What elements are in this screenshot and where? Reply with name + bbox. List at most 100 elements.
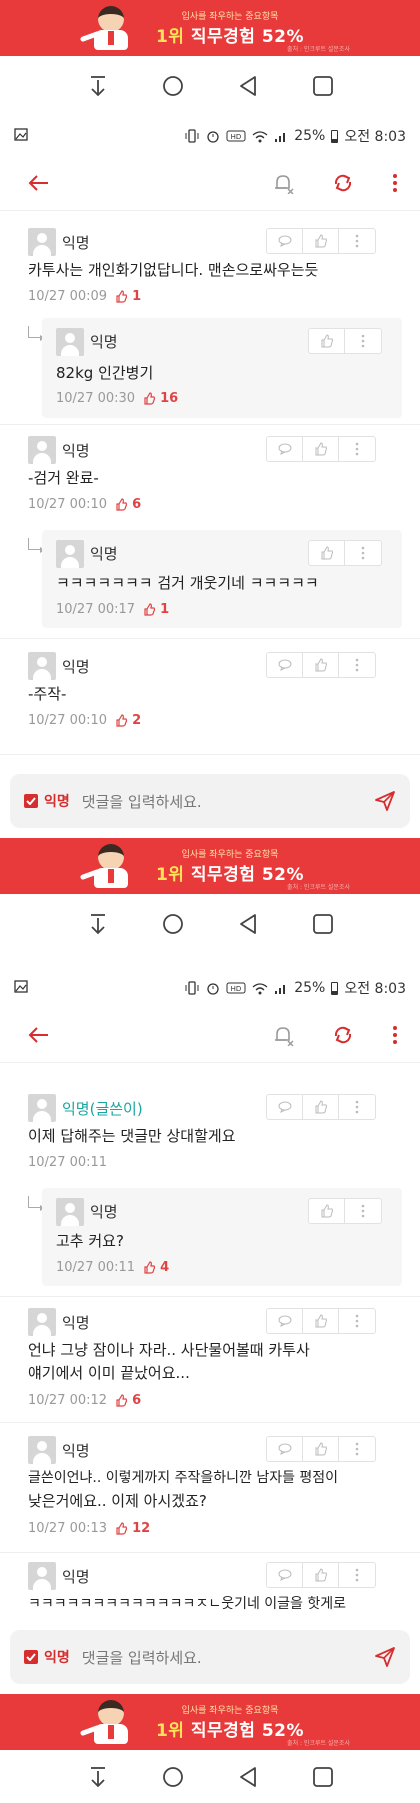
like-icon bbox=[144, 603, 156, 616]
avatar bbox=[28, 1308, 56, 1336]
divider bbox=[0, 1422, 420, 1423]
like-icon[interactable] bbox=[303, 653, 339, 677]
reply-icon[interactable] bbox=[267, 1309, 303, 1333]
reply-icon[interactable] bbox=[267, 229, 303, 253]
avatar bbox=[56, 1198, 84, 1226]
comment-author: 익명 bbox=[90, 333, 118, 351]
more-icon[interactable] bbox=[339, 1309, 375, 1333]
avatar bbox=[28, 1562, 56, 1590]
more-icon[interactable] bbox=[339, 1095, 375, 1119]
comment-author: 익명 bbox=[90, 545, 118, 563]
send-icon[interactable] bbox=[374, 790, 396, 812]
back-nav-icon[interactable] bbox=[228, 904, 268, 944]
avatar bbox=[28, 652, 56, 680]
back-arrow-icon[interactable] bbox=[28, 1026, 50, 1044]
like-count-value: 2 bbox=[132, 713, 142, 728]
back-nav-icon[interactable] bbox=[228, 66, 268, 106]
reply-icon[interactable] bbox=[267, 437, 303, 461]
more-icon[interactable] bbox=[345, 329, 381, 353]
notification-off-icon[interactable] bbox=[272, 1024, 294, 1046]
like-icon[interactable] bbox=[303, 229, 339, 253]
recents-nav-icon[interactable] bbox=[303, 66, 343, 106]
more-icon[interactable] bbox=[339, 1437, 375, 1461]
more-vert-icon[interactable] bbox=[392, 172, 398, 194]
reply-icon[interactable] bbox=[267, 1095, 303, 1119]
more-icon[interactable] bbox=[339, 653, 375, 677]
like-icon bbox=[116, 498, 128, 511]
more-icon[interactable] bbox=[339, 1563, 375, 1587]
avatar bbox=[28, 228, 56, 256]
anonymous-checkbox[interactable] bbox=[24, 794, 38, 808]
comment-body: 카투사는 개인화기없답니다. 맨손으로싸우는듯 bbox=[28, 261, 319, 279]
back-arrow-icon[interactable] bbox=[28, 174, 50, 192]
anonymous-checkbox[interactable] bbox=[24, 1650, 38, 1664]
ad-subtitle: 입사를 좌우하는 중요항목 bbox=[181, 1706, 279, 1716]
home-nav-icon[interactable] bbox=[153, 66, 193, 106]
like-icon bbox=[144, 1261, 156, 1274]
comment-input[interactable]: 댓글을 입력하세요. bbox=[82, 1647, 374, 1668]
comment-actions bbox=[308, 1198, 382, 1224]
svg-text:HD: HD bbox=[231, 133, 242, 141]
like-icon bbox=[116, 714, 128, 727]
more-icon[interactable] bbox=[339, 437, 375, 461]
ad-banner[interactable]: 입사를 좌우하는 중요항목 1위 직무경험 52% 출처 : 인크루트 설문조사 bbox=[0, 838, 420, 894]
ad-rank: 1위 bbox=[155, 1721, 185, 1741]
recents-nav-icon[interactable] bbox=[303, 904, 343, 944]
like-icon[interactable] bbox=[303, 1563, 339, 1587]
comment-actions bbox=[266, 1436, 376, 1462]
download-nav-icon[interactable] bbox=[78, 1757, 118, 1797]
like-count-value: 12 bbox=[132, 1521, 151, 1536]
comment-actions bbox=[266, 436, 376, 462]
like-icon[interactable] bbox=[309, 1199, 345, 1223]
home-nav-icon[interactable] bbox=[153, 904, 193, 944]
ad-banner[interactable]: 입사를 좌우하는 중요항목 1위 직무경험 52% 출처 : 인크루트 설문조사 bbox=[0, 1694, 420, 1750]
home-nav-icon[interactable] bbox=[153, 1757, 193, 1797]
like-icon[interactable] bbox=[303, 437, 339, 461]
avatar bbox=[28, 1094, 56, 1122]
notification-off-icon[interactable] bbox=[272, 172, 294, 194]
like-icon bbox=[116, 290, 128, 303]
refresh-icon[interactable] bbox=[332, 172, 354, 194]
download-nav-icon[interactable] bbox=[78, 66, 118, 106]
comment-input[interactable]: 댓글을 입력하세요. bbox=[82, 791, 374, 812]
more-vert-icon[interactable] bbox=[392, 1024, 398, 1046]
system-nav-bar bbox=[0, 1750, 420, 1803]
like-count: 1 bbox=[143, 602, 169, 617]
clock: 오전 8:03 bbox=[344, 129, 406, 145]
like-count-value: 4 bbox=[160, 1260, 170, 1275]
like-icon[interactable] bbox=[309, 329, 345, 353]
comment-body: ㅋㅋㅋㅋㅋㅋㅋㅋㅋㅋㅋㅋㅋㅈㄴ웃기네 이글을 핫게로 bbox=[28, 1596, 347, 1612]
like-icon[interactable] bbox=[303, 1309, 339, 1333]
alarm-icon bbox=[207, 131, 219, 143]
app-bar bbox=[0, 1008, 420, 1063]
like-icon[interactable] bbox=[303, 1437, 339, 1461]
ad-banner[interactable]: 입사를 좌우하는 중요항목 1위 직무경험 52% 출처 : 인크루트 설문조사 bbox=[0, 0, 420, 56]
comment-time: 10/27 00:12 bbox=[28, 1393, 108, 1408]
clock: 오전 8:03 bbox=[344, 981, 406, 997]
signal-icon bbox=[275, 985, 286, 994]
download-nav-icon[interactable] bbox=[78, 904, 118, 944]
more-icon[interactable] bbox=[345, 1199, 381, 1223]
comment-item: 익명 글쓴이언냐.. 이렇게까지 주작을하니깐 남자들 평점이 낮은거에요.. … bbox=[0, 1434, 420, 1550]
divider bbox=[0, 1296, 420, 1297]
recents-nav-icon[interactable] bbox=[303, 1757, 343, 1797]
like-icon[interactable] bbox=[303, 1095, 339, 1119]
reply-icon[interactable] bbox=[267, 653, 303, 677]
divider bbox=[0, 638, 420, 639]
more-icon[interactable] bbox=[345, 541, 381, 565]
like-count: 4 bbox=[143, 1260, 169, 1275]
reply-icon[interactable] bbox=[267, 1563, 303, 1587]
comment-time: 10/27 00:17 bbox=[56, 602, 136, 617]
battery-percent: 25% bbox=[294, 128, 326, 144]
back-nav-icon[interactable] bbox=[228, 1757, 268, 1797]
gallery-icon bbox=[14, 127, 28, 141]
like-icon[interactable] bbox=[309, 541, 345, 565]
reply-icon[interactable] bbox=[267, 1437, 303, 1461]
comment-time: 10/27 00:11 bbox=[28, 1155, 108, 1170]
more-icon[interactable] bbox=[339, 229, 375, 253]
mascot-illustration bbox=[79, 1698, 132, 1746]
send-icon[interactable] bbox=[374, 1646, 396, 1668]
comment-author: 익명 bbox=[62, 658, 90, 676]
refresh-icon[interactable] bbox=[332, 1024, 354, 1046]
hd-icon: HD bbox=[226, 982, 246, 994]
